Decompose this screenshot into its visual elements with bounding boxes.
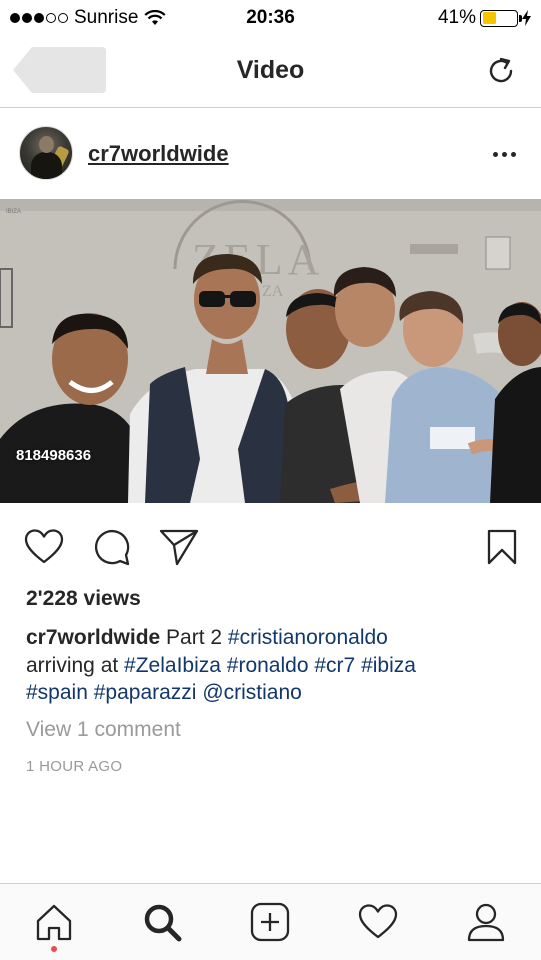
save-button[interactable] xyxy=(480,525,524,569)
page-title: Video xyxy=(236,56,305,84)
post-timestamp: 1 HOUR AGO xyxy=(26,758,123,775)
more-dot-icon xyxy=(492,151,498,157)
post-caption: cr7worldwide Part 2 #cristianoronaldo ar… xyxy=(26,624,526,707)
carrier-name: Sunrise xyxy=(74,7,139,28)
view-comments-link[interactable]: View 1 comment xyxy=(26,718,181,742)
tab-profile[interactable] xyxy=(462,900,510,944)
post-username[interactable]: cr7worldwide xyxy=(88,141,229,167)
media-sign-small: IBIZA xyxy=(6,209,21,215)
tab-add-post[interactable] xyxy=(246,900,294,944)
battery-percent: 41% xyxy=(437,7,476,28)
tab-bar xyxy=(0,883,541,960)
tab-search[interactable] xyxy=(138,900,186,944)
status-bar: Sunrise 20:36 41% xyxy=(0,0,541,36)
wifi-icon xyxy=(144,10,166,25)
battery-icon xyxy=(480,9,522,27)
tab-activity[interactable] xyxy=(354,900,402,944)
share-button[interactable] xyxy=(157,525,201,569)
hashtag-link[interactable]: #paparazzi xyxy=(94,681,197,704)
profile-icon xyxy=(467,903,505,942)
mention-link[interactable]: @cristiano xyxy=(202,681,302,704)
charging-icon xyxy=(522,10,531,26)
nav-bar: Video xyxy=(0,36,541,108)
avatar[interactable] xyxy=(19,126,73,180)
share-icon xyxy=(159,529,199,566)
media-watermark: 818498636 xyxy=(16,447,92,464)
battery-level xyxy=(482,12,497,24)
more-options-button[interactable] xyxy=(489,144,519,164)
activity-icon xyxy=(358,904,398,939)
caption-text: arriving at xyxy=(26,653,125,677)
home-icon xyxy=(36,904,72,941)
notification-dot xyxy=(51,946,57,952)
caption-text: Part 2 xyxy=(160,626,228,649)
comment-icon xyxy=(94,529,130,566)
status-left: Sunrise xyxy=(10,7,166,29)
post-actions xyxy=(0,503,541,585)
hashtag-link[interactable]: #cr7 xyxy=(314,654,355,677)
status-right: 41% xyxy=(438,7,531,29)
like-button[interactable] xyxy=(22,525,66,569)
post-media[interactable]: IBIZA ZELA ZA 818498636 xyxy=(0,199,541,503)
views-count: 2'228 views xyxy=(26,587,141,610)
tab-home[interactable] xyxy=(30,900,78,944)
search-icon xyxy=(144,904,182,942)
bookmark-icon xyxy=(487,529,517,565)
signal-strength-icon xyxy=(10,13,68,23)
comment-button[interactable] xyxy=(90,525,134,569)
refresh-icon[interactable] xyxy=(483,53,519,89)
post-header: cr7worldwide xyxy=(0,108,541,199)
heart-icon xyxy=(24,529,64,564)
media-sign-za: ZA xyxy=(262,283,284,300)
hashtag-link[interactable]: #ibiza xyxy=(361,654,416,677)
caption-username[interactable]: cr7worldwide xyxy=(26,626,160,649)
hashtag-link[interactable]: #cristianoronaldo xyxy=(228,626,388,649)
add-post-icon xyxy=(250,902,290,942)
hashtag-link[interactable]: #ronaldo xyxy=(227,654,309,677)
hashtag-link[interactable]: #spain xyxy=(26,681,88,704)
hashtag-link[interactable]: #ZelaIbiza xyxy=(124,654,221,677)
